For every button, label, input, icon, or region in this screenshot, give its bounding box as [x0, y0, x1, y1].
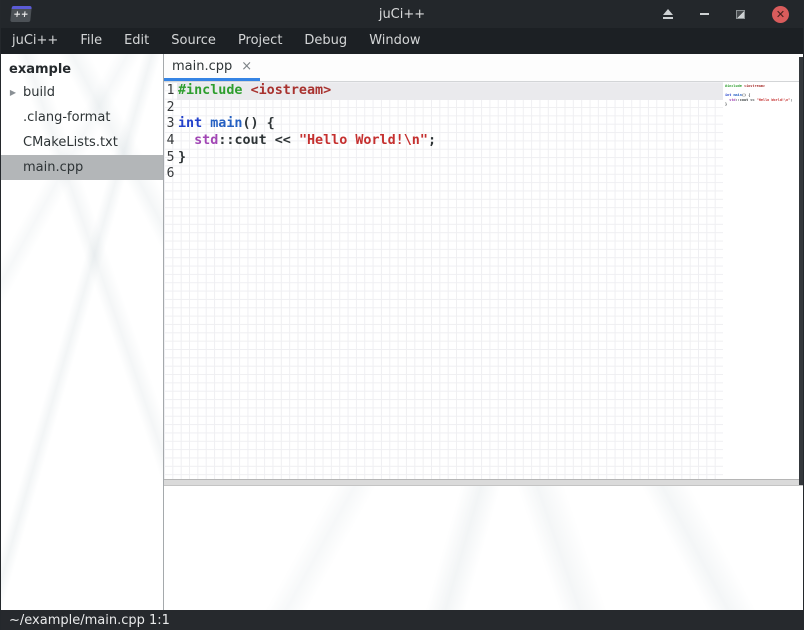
minimize-icon	[700, 13, 709, 15]
line-number: 1	[164, 83, 177, 100]
code-line-1[interactable]: 1#include <iostream>	[164, 83, 723, 100]
menu-item-file[interactable]: File	[69, 28, 113, 54]
code-line-text	[177, 100, 178, 117]
code-line-text	[177, 166, 178, 183]
menu-item-project[interactable]: Project	[227, 28, 293, 54]
tree-item-label: CMakeLists.txt	[23, 135, 118, 150]
shade-icon	[663, 9, 673, 15]
editor-panel: main.cpp × 1#include <iostream>23int mai…	[164, 54, 803, 610]
editor-terminal-divider[interactable]	[164, 479, 803, 486]
code-line-text: #include <iostream>	[177, 83, 331, 100]
line-number: 6	[164, 166, 177, 183]
line-number: 4	[164, 133, 177, 150]
minimize-button[interactable]	[700, 13, 709, 15]
tabbar: main.cpp ×	[164, 54, 803, 82]
tree-item-label: main.cpp	[23, 160, 83, 175]
status-file-position: ~/example/main.cpp 1:1	[9, 613, 170, 628]
code-line-5[interactable]: 5}	[164, 150, 723, 167]
restore-icon	[736, 10, 745, 19]
terminal-panel[interactable]	[164, 486, 803, 610]
vertical-scrollbar[interactable]	[799, 57, 803, 485]
menu-item-debug[interactable]: Debug	[293, 28, 358, 54]
code-editor[interactable]: 1#include <iostream>23int main() {4 std:…	[164, 82, 803, 479]
tab-main-cpp[interactable]: main.cpp ×	[164, 54, 260, 81]
window-controls: ✕	[663, 0, 789, 28]
menu-item-edit[interactable]: Edit	[113, 28, 160, 54]
menu-item-juci[interactable]: juCi++	[1, 28, 69, 54]
titlebar: ++ juCi++ ✕	[1, 0, 803, 28]
tree-item-cmakelists-txt[interactable]: CMakeLists.txt	[1, 130, 163, 155]
menu-item-window[interactable]: Window	[358, 28, 431, 54]
tree-item-main-cpp[interactable]: main.cpp	[1, 155, 163, 180]
tree-item-label: build	[23, 85, 55, 100]
line-number: 5	[164, 150, 177, 167]
main-area: example ▶build .clang-format CMakeLists.tx…	[1, 54, 803, 610]
statusbar: ~/example/main.cpp 1:1	[1, 610, 803, 630]
file-tree-panel: example ▶build .clang-format CMakeLists.tx…	[1, 54, 164, 610]
minimap[interactable]: #include <iostream> int main() { std::co…	[723, 82, 803, 479]
tree-item-build[interactable]: ▶build	[1, 80, 163, 105]
code-lines: 1#include <iostream>23int main() {4 std:…	[164, 83, 723, 183]
expander-icon[interactable]: ▶	[1, 88, 23, 97]
code-line-2[interactable]: 2	[164, 100, 723, 117]
code-line-text: int main() {	[177, 116, 275, 133]
code-line-3[interactable]: 3int main() {	[164, 116, 723, 133]
code-line-6[interactable]: 6	[164, 166, 723, 183]
minimap-line: std::cout << "Hello World!\n";	[725, 98, 803, 103]
tab-label: main.cpp	[172, 59, 232, 74]
tree-item-clang-format[interactable]: .clang-format	[1, 105, 163, 130]
code-line-text: std::cout << "Hello World!\n";	[177, 133, 436, 150]
close-button[interactable]: ✕	[772, 6, 789, 23]
menu-item-source[interactable]: Source	[160, 28, 227, 54]
code-line-4[interactable]: 4 std::cout << "Hello World!\n";	[164, 133, 723, 150]
app-window: ++ juCi++ ✕ juCi++FileEditSourceProjectD…	[0, 0, 804, 630]
line-number: 3	[164, 116, 177, 133]
line-number: 2	[164, 100, 177, 117]
minimap-line	[725, 107, 803, 112]
file-tree: ▶build .clang-format CMakeLists.txt main.cp…	[1, 80, 163, 180]
restore-button[interactable]	[736, 10, 745, 19]
shade-button[interactable]	[663, 9, 673, 19]
tree-item-label: .clang-format	[23, 110, 110, 125]
project-root-label[interactable]: example	[1, 54, 163, 80]
tab-close-icon[interactable]: ×	[241, 60, 252, 73]
code-line-text: }	[177, 150, 186, 167]
menubar: juCi++FileEditSourceProjectDebugWindow	[1, 28, 803, 54]
